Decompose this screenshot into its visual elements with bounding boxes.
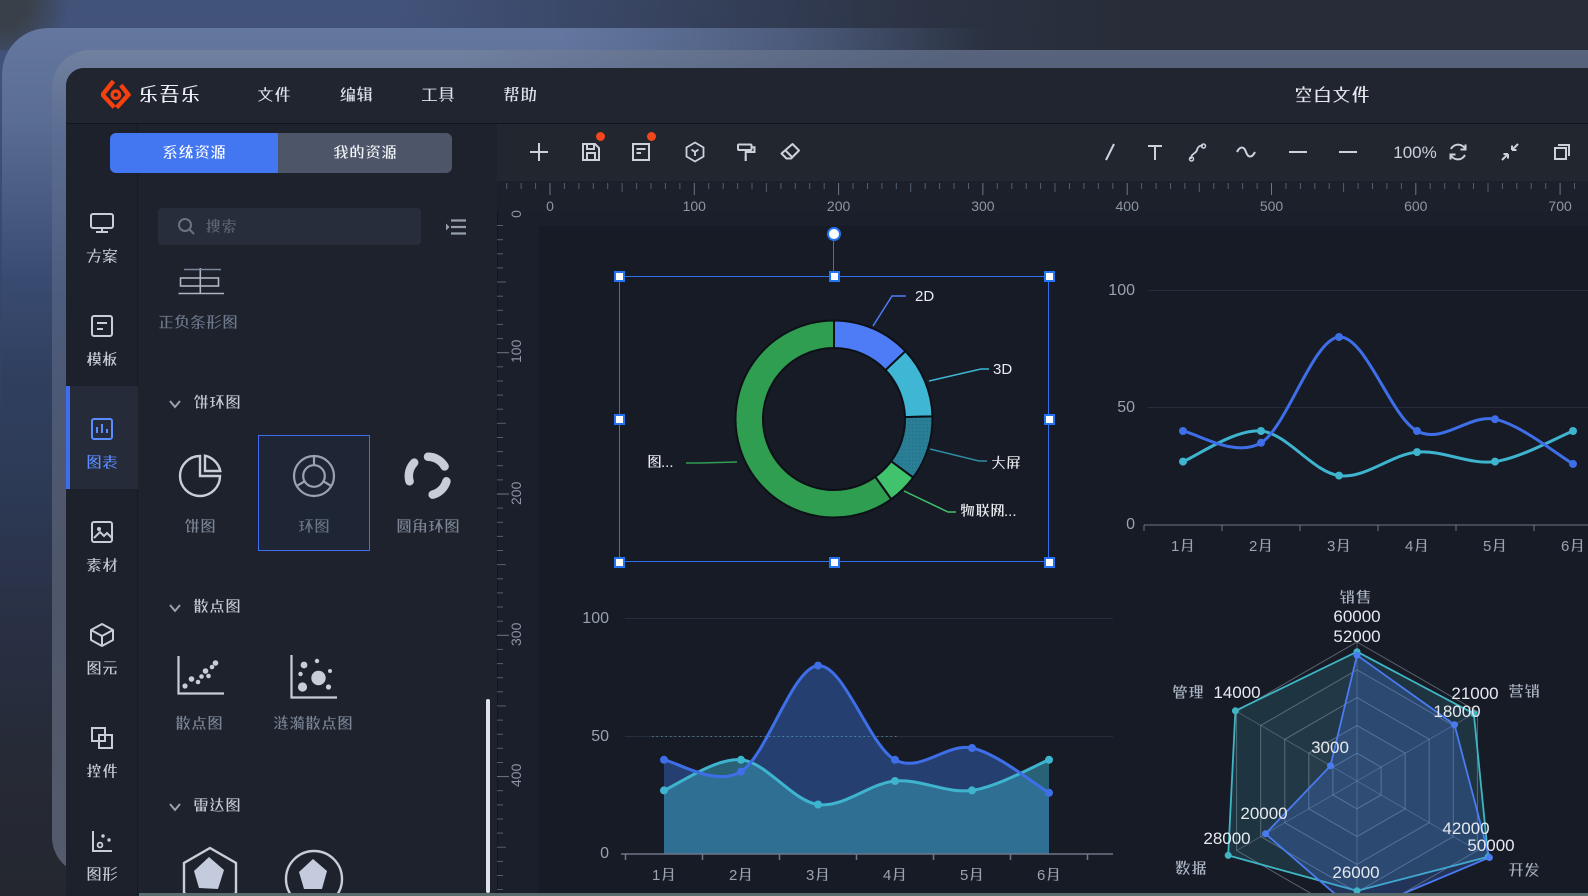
svg-text:1: 1 — [1171, 538, 1179, 555]
svg-text:2: 2 — [729, 867, 737, 884]
svg-text:5: 5 — [1483, 538, 1491, 555]
svg-text:3: 3 — [806, 867, 814, 884]
svg-text:6: 6 — [1561, 538, 1569, 555]
svg-text:1: 1 — [652, 867, 660, 884]
svg-text:4: 4 — [1405, 538, 1413, 555]
svg-text:6: 6 — [1037, 867, 1045, 884]
svg-text:5: 5 — [960, 867, 968, 884]
svg-text:2: 2 — [1249, 538, 1257, 555]
svg-text:3: 3 — [1327, 538, 1335, 555]
svg-text:4: 4 — [883, 867, 891, 884]
